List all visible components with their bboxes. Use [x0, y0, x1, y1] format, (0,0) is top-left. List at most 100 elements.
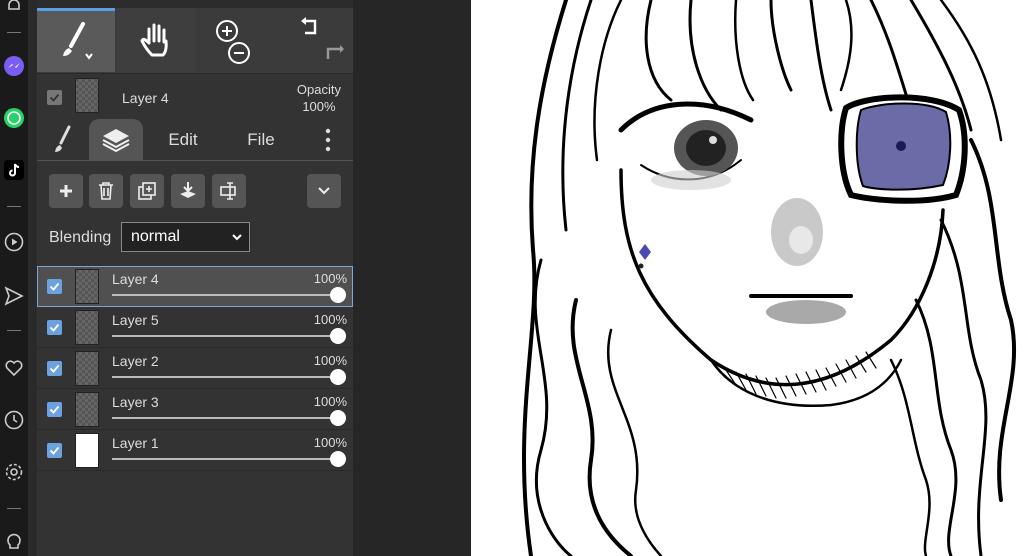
layer-opacity-value: 100%	[313, 353, 347, 368]
layer-list: Layer 4 100% Layer 5 100% Layer 2 100% Layer 3…	[37, 266, 353, 471]
layer-row[interactable]: Layer 4 100%	[37, 266, 353, 307]
slider-knob[interactable]	[330, 328, 346, 344]
slider-fill	[112, 417, 338, 419]
whatsapp-icon[interactable]	[2, 106, 26, 130]
blending-label: Blending	[49, 229, 112, 246]
undo-icon[interactable]	[301, 17, 317, 35]
zoom-in-icon[interactable]	[216, 20, 238, 42]
layer-visibility-checkbox[interactable]	[47, 443, 62, 458]
app-window: Layer 4 Opacity 100% Edit File Blending …	[0, 0, 1024, 556]
layer-opacity-slider[interactable]	[112, 376, 338, 378]
layer-opacity-slider[interactable]	[112, 458, 338, 460]
hand-icon	[140, 23, 168, 57]
canvas-gutter	[353, 0, 471, 556]
tiktok-icon[interactable]	[2, 158, 26, 182]
drawing-canvas[interactable]	[471, 0, 1024, 556]
layers-icon	[102, 129, 130, 153]
layer-thumbnail	[75, 433, 99, 468]
layer-opacity-slider[interactable]	[112, 335, 338, 337]
settings-icon[interactable]	[2, 460, 26, 484]
blending-value: normal	[131, 228, 180, 245]
layer-opacity-value: 100%	[313, 394, 347, 409]
collapse-actions-button[interactable]	[307, 174, 341, 208]
current-layer-bar: Layer 4 Opacity 100%	[37, 75, 353, 119]
play-circle-icon[interactable]	[2, 230, 26, 254]
tab-brush[interactable]	[41, 119, 85, 161]
blending-select[interactable]: normal	[121, 222, 250, 252]
browser-sidebar	[0, 0, 28, 556]
plus-icon	[60, 185, 72, 197]
check-icon	[49, 323, 60, 332]
properties-icon	[220, 182, 236, 200]
heart-icon[interactable]	[2, 356, 26, 380]
hand-tool-button[interactable]	[117, 8, 195, 72]
layer-thumbnail	[75, 310, 99, 345]
send-icon[interactable]	[2, 284, 26, 308]
redo-icon[interactable]	[326, 45, 344, 59]
zoom-controls	[197, 8, 275, 72]
layer-opacity-value: 100%	[313, 312, 347, 327]
tab-edit[interactable]: Edit	[153, 119, 213, 161]
check-icon	[49, 446, 60, 455]
layer-actions	[37, 162, 353, 224]
slider-knob[interactable]	[330, 369, 346, 385]
check-icon	[49, 282, 60, 291]
layer-properties-button[interactable]	[212, 174, 246, 208]
duplicate-layer-button[interactable]	[130, 174, 164, 208]
layer-thumbnail	[75, 392, 99, 427]
current-layer-visibility-checkbox[interactable]	[47, 90, 62, 105]
zoom-out-icon[interactable]	[228, 42, 250, 64]
messenger-icon[interactable]	[2, 54, 26, 78]
canvas-artwork	[522, 0, 1017, 556]
sidebar-divider	[7, 508, 21, 509]
brush-tool-button[interactable]	[37, 8, 115, 72]
trash-icon	[99, 182, 113, 200]
layer-opacity-slider[interactable]	[112, 294, 338, 296]
slider-fill	[112, 376, 338, 378]
slider-fill	[112, 458, 338, 460]
current-layer-name: Layer 4	[122, 90, 169, 106]
layer-visibility-checkbox[interactable]	[47, 361, 62, 376]
tool-panel: Layer 4 Opacity 100% Edit File Blending …	[37, 0, 353, 556]
tab-layers[interactable]	[89, 119, 143, 161]
layer-name: Layer 4	[112, 271, 159, 287]
brush-icon	[63, 21, 93, 60]
check-icon	[49, 405, 60, 414]
layer-opacity-slider[interactable]	[112, 417, 338, 419]
current-layer-opacity[interactable]: Opacity 100%	[297, 81, 341, 115]
layer-visibility-checkbox[interactable]	[47, 320, 62, 335]
layer-visibility-checkbox[interactable]	[47, 402, 62, 417]
blending-row: Blending normal	[37, 220, 353, 256]
layer-row[interactable]: Layer 1 100%	[37, 430, 353, 471]
tab-file[interactable]: File	[233, 119, 289, 161]
slider-knob[interactable]	[330, 287, 346, 303]
layer-name: Layer 3	[112, 394, 159, 410]
slider-fill	[112, 294, 338, 296]
chevron-down-icon	[231, 223, 243, 261]
current-layer-thumbnail	[75, 78, 99, 113]
check-icon	[49, 364, 60, 373]
clock-icon[interactable]	[2, 408, 26, 432]
layer-thumbnail	[75, 351, 99, 386]
slider-knob[interactable]	[330, 410, 346, 426]
toolbar	[37, 0, 353, 74]
layer-row[interactable]: Layer 3 100%	[37, 389, 353, 430]
brush-icon	[55, 125, 71, 152]
merge-down-button[interactable]	[171, 174, 205, 208]
more-options-icon[interactable]	[313, 119, 343, 161]
layer-name: Layer 1	[112, 435, 159, 451]
lightbulb-icon[interactable]	[2, 530, 26, 554]
opacity-value: 100%	[302, 99, 336, 114]
add-layer-button[interactable]	[49, 174, 83, 208]
toolbar-top-strip	[37, 0, 353, 8]
layer-visibility-checkbox[interactable]	[47, 279, 62, 294]
delete-layer-button[interactable]	[89, 174, 123, 208]
sidebar-divider	[7, 206, 21, 207]
layer-row[interactable]: Layer 2 100%	[37, 348, 353, 389]
sidebar-divider	[7, 330, 21, 331]
layer-opacity-value: 100%	[313, 271, 347, 286]
bell-icon[interactable]	[2, 0, 26, 18]
layer-row[interactable]: Layer 5 100%	[37, 307, 353, 348]
slider-knob[interactable]	[330, 451, 346, 467]
duplicate-icon	[138, 182, 156, 200]
